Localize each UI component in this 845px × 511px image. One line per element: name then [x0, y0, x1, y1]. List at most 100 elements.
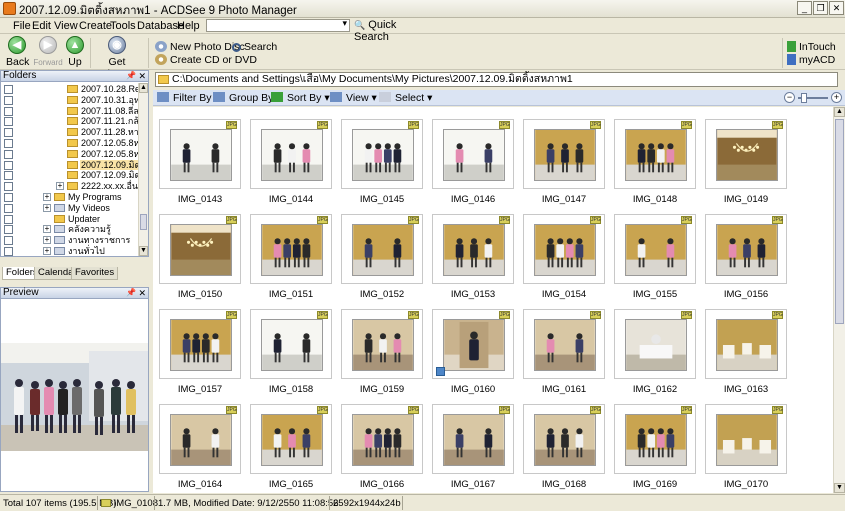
folder-tree-item[interactable]: + งานทั่วไป: [1, 246, 148, 256]
folder-tree-item[interactable]: + My Videos: [1, 203, 148, 214]
expand-icon[interactable]: +: [43, 225, 51, 234]
thumbnail-item[interactable]: JPG IMG_0163: [705, 309, 787, 395]
folder-tree-item[interactable]: + งานทางราชการ: [1, 235, 148, 246]
sort-by-button[interactable]: Sort By ▾: [271, 92, 330, 104]
thumbnail-frame[interactable]: JPG: [432, 404, 514, 474]
photo-thumbnail[interactable]: [352, 414, 414, 466]
folder-tree-item[interactable]: + My Programs: [1, 192, 148, 203]
folder-checkbox[interactable]: [4, 128, 13, 138]
folder-checkbox[interactable]: [4, 149, 13, 159]
photo-thumbnail[interactable]: [261, 319, 323, 371]
myacd-button[interactable]: myACD: [787, 54, 835, 66]
photo-thumbnail[interactable]: [170, 319, 232, 371]
thumbnail-frame[interactable]: JPG: [159, 404, 241, 474]
pin-icon[interactable]: 📌: [126, 288, 136, 298]
thumbnail-item[interactable]: JPG IMG_0143: [159, 119, 241, 205]
select-button[interactable]: Select ▾: [379, 92, 432, 104]
forward-button[interactable]: ▶ Forward: [32, 36, 64, 68]
photo-thumbnail[interactable]: [625, 319, 687, 371]
thumbnail-grid[interactable]: JPG IMG_0143 JPG IMG_0144 JPG IMG_0145 JPG IMG_…: [153, 107, 833, 493]
scroll-thumb[interactable]: [140, 214, 147, 230]
thumbnail-item[interactable]: JPG IMG_0147: [523, 119, 605, 205]
thumbnail-frame[interactable]: JPG: [614, 309, 696, 379]
thumbnail-frame[interactable]: JPG: [523, 214, 605, 284]
photo-thumbnail[interactable]: [625, 224, 687, 276]
photo-thumbnail[interactable]: [443, 224, 505, 276]
thumbnail-item[interactable]: JPG IMG_0152: [341, 214, 423, 300]
thumbnail-item[interactable]: JPG IMG_0160: [432, 309, 514, 395]
photo-thumbnail[interactable]: [170, 414, 232, 466]
thumbnail-item[interactable]: JPG IMG_0166: [341, 404, 423, 490]
thumbnail-item[interactable]: JPG IMG_0149: [705, 119, 787, 205]
expand-icon[interactable]: +: [43, 203, 51, 212]
back-button[interactable]: ◀ Back: [6, 36, 29, 68]
thumbnail-item[interactable]: JPG IMG_0158: [250, 309, 332, 395]
zoom-out-icon[interactable]: −: [784, 92, 795, 103]
folder-checkbox[interactable]: [4, 117, 13, 127]
folder-checkbox[interactable]: [4, 236, 13, 246]
path-input[interactable]: C:\Documents and Settings\เสือ\My Docume…: [155, 72, 838, 87]
folder-tree-scrollbar[interactable]: ▲ ▼: [138, 83, 148, 256]
photo-thumbnail[interactable]: [170, 129, 232, 181]
thumbnail-item[interactable]: JPG IMG_0161: [523, 309, 605, 395]
thumbnail-frame[interactable]: JPG: [705, 404, 787, 474]
thumbnail-frame[interactable]: JPG: [705, 119, 787, 189]
view-button[interactable]: View ▾: [330, 92, 377, 104]
thumbnail-frame[interactable]: JPG: [705, 309, 787, 379]
thumbnail-frame[interactable]: JPG: [250, 404, 332, 474]
menu-help[interactable]: Help: [177, 20, 200, 32]
thumbnail-frame[interactable]: JPG: [432, 309, 514, 379]
pin-icon[interactable]: 📌: [126, 71, 136, 81]
quick-search-button[interactable]: 🔍 Quick Search: [354, 19, 422, 43]
folder-checkbox[interactable]: [4, 171, 13, 181]
thumbnail-item[interactable]: JPG IMG_0151: [250, 214, 332, 300]
thumbnail-frame[interactable]: JPG: [341, 404, 423, 474]
intouch-button[interactable]: InTouch: [787, 41, 836, 53]
folder-checkbox[interactable]: [4, 225, 13, 235]
zoom-thumb[interactable]: [801, 93, 807, 103]
thumbnail-item[interactable]: JPG IMG_0159: [341, 309, 423, 395]
zoom-in-icon[interactable]: +: [831, 92, 842, 103]
thumbnail-frame[interactable]: JPG: [523, 309, 605, 379]
thumbnail-item[interactable]: JPG IMG_0146: [432, 119, 514, 205]
folder-checkbox[interactable]: [4, 85, 13, 94]
thumbnail-item[interactable]: JPG IMG_0169: [614, 404, 696, 490]
filter-by-button[interactable]: Filter By ▾: [157, 92, 220, 104]
thumbnail-item[interactable]: JPG IMG_0167: [432, 404, 514, 490]
thumbnail-item[interactable]: JPG IMG_0164: [159, 404, 241, 490]
thumbnail-item[interactable]: JPG IMG_0168: [523, 404, 605, 490]
photo-thumbnail[interactable]: [534, 129, 596, 181]
search-button[interactable]: Search: [232, 41, 277, 53]
folder-checkbox[interactable]: [4, 139, 13, 148]
expand-icon[interactable]: +: [43, 193, 51, 201]
thumbnail-frame[interactable]: JPG: [523, 119, 605, 189]
thumbnail-frame[interactable]: JPG: [159, 214, 241, 284]
photo-thumbnail[interactable]: [625, 414, 687, 466]
expand-icon[interactable]: +: [56, 182, 64, 191]
thumbnail-item[interactable]: JPG IMG_0156: [705, 214, 787, 300]
thumbnail-item[interactable]: JPG IMG_0155: [614, 214, 696, 300]
thumbnail-item[interactable]: JPG IMG_0145: [341, 119, 423, 205]
folder-tree-item[interactable]: 2007.12.09.มิตติ้ง: [1, 159, 148, 171]
photo-thumbnail[interactable]: [534, 224, 596, 276]
up-button[interactable]: ▲ Up: [66, 36, 84, 68]
thumbnail-frame[interactable]: JPG: [250, 309, 332, 379]
folder-tree-item[interactable]: 2007.12.05.8หลว: [1, 138, 148, 149]
thumbnail-item[interactable]: JPG IMG_0165: [250, 404, 332, 490]
folder-checkbox[interactable]: [4, 247, 13, 256]
thumbnail-item[interactable]: JPG IMG_0162: [614, 309, 696, 395]
thumbnail-item[interactable]: JPG IMG_0154: [523, 214, 605, 300]
close-pane-icon[interactable]: ✕: [138, 71, 146, 81]
photo-thumbnail[interactable]: [443, 414, 505, 466]
photo-thumbnail[interactable]: [261, 129, 323, 181]
photo-thumbnail[interactable]: [443, 129, 505, 181]
folder-tree-item[interactable]: 2007.10.28.Revie: [1, 84, 148, 95]
thumbnail-frame[interactable]: JPG: [250, 119, 332, 189]
thumbnail-zoom-slider[interactable]: − +: [784, 92, 842, 104]
thumbnail-frame[interactable]: JPG: [432, 119, 514, 189]
menu-create[interactable]: Create: [79, 20, 112, 32]
thumbnail-frame[interactable]: JPG: [159, 309, 241, 379]
thumbnail-frame[interactable]: JPG: [341, 214, 423, 284]
photo-thumbnail[interactable]: [716, 414, 778, 466]
thumbnail-frame[interactable]: JPG: [614, 214, 696, 284]
